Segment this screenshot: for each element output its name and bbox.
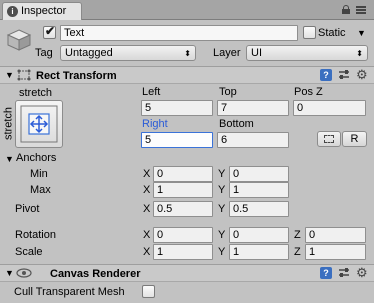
help-icon[interactable]: ? bbox=[320, 267, 332, 279]
static-label: Static bbox=[318, 27, 346, 39]
preset-icon[interactable] bbox=[338, 69, 350, 81]
checkmark-icon: ✔ bbox=[45, 24, 56, 38]
gear-icon[interactable]: ⚙ bbox=[356, 266, 370, 280]
scale-z-axis-label: Z bbox=[294, 246, 301, 258]
rect-transform-title: Rect Transform bbox=[36, 70, 117, 82]
scale-y-axis-label: Y bbox=[218, 246, 226, 258]
lock-icon[interactable] bbox=[342, 5, 350, 14]
min-label: Min bbox=[30, 168, 48, 180]
rotation-z-axis-label: Z bbox=[294, 229, 301, 241]
layer-value: UI bbox=[251, 47, 262, 59]
pivot-y-axis-label: Y bbox=[218, 203, 226, 215]
posz-header: Pos Z bbox=[294, 86, 323, 98]
help-icon[interactable]: ? bbox=[320, 69, 332, 81]
layer-label: Layer bbox=[213, 47, 241, 59]
object-name-input[interactable]: Text bbox=[60, 25, 298, 41]
anchor-max-x-input[interactable]: 1 bbox=[153, 182, 213, 198]
bottom-input[interactable]: 6 bbox=[217, 132, 289, 148]
cull-transparent-mesh-label: Cull Transparent Mesh bbox=[14, 286, 125, 298]
pivot-x-input[interactable]: 0.5 bbox=[153, 201, 213, 217]
rotation-label: Rotation bbox=[15, 229, 56, 241]
left-input[interactable]: 5 bbox=[141, 100, 213, 116]
rotation-x-input[interactable]: 0 bbox=[153, 227, 213, 243]
right-input[interactable]: 5 bbox=[141, 132, 213, 148]
min-x-axis-label: X bbox=[143, 168, 151, 180]
gameobject-icon bbox=[6, 28, 32, 52]
rotation-z-input[interactable]: 0 bbox=[305, 227, 366, 243]
scale-x-input[interactable]: 1 bbox=[153, 244, 213, 260]
pivot-x-axis-label: X bbox=[143, 203, 151, 215]
raw-edit-button[interactable]: R bbox=[342, 131, 367, 147]
max-label: Max bbox=[30, 184, 51, 196]
pivot-y-input[interactable]: 0.5 bbox=[229, 201, 289, 217]
tag-dropdown[interactable]: Untagged ⬍ bbox=[60, 45, 196, 61]
rotation-y-input[interactable]: 0 bbox=[229, 227, 289, 243]
static-checkbox[interactable] bbox=[303, 26, 316, 39]
rect-transform-icon bbox=[16, 68, 32, 82]
pivot-label: Pivot bbox=[15, 203, 40, 215]
menu-icon[interactable] bbox=[356, 6, 366, 14]
anchor-min-y-input[interactable]: 0 bbox=[229, 166, 289, 182]
tab-inspector[interactable]: i Inspector bbox=[2, 2, 82, 20]
cull-transparent-mesh-checkbox[interactable] bbox=[142, 285, 155, 298]
tab-label: Inspector bbox=[21, 5, 67, 17]
top-header: Top bbox=[219, 86, 237, 98]
posz-input[interactable]: 0 bbox=[293, 100, 366, 116]
scale-x-axis-label: X bbox=[143, 246, 151, 258]
info-icon: i bbox=[7, 6, 18, 17]
static-dropdown-arrow-icon[interactable]: ▼ bbox=[357, 28, 366, 38]
gear-icon[interactable]: ⚙ bbox=[356, 68, 370, 82]
blueprint-icon bbox=[324, 135, 334, 143]
rotation-x-axis-label: X bbox=[143, 229, 151, 241]
top-input[interactable]: 7 bbox=[217, 100, 289, 116]
layer-dropdown[interactable]: UI ⬍ bbox=[246, 45, 368, 61]
anchor-preset-button[interactable] bbox=[15, 100, 63, 148]
right-header: Right bbox=[142, 118, 168, 130]
preset-icon[interactable] bbox=[338, 267, 350, 279]
tag-value: Untagged bbox=[65, 47, 113, 59]
left-header: Left bbox=[142, 86, 161, 98]
rotation-y-axis-label: Y bbox=[218, 229, 226, 241]
blueprint-mode-button[interactable] bbox=[317, 131, 341, 147]
eye-icon bbox=[16, 267, 32, 279]
anchor-max-y-input[interactable]: 1 bbox=[229, 182, 289, 198]
anchor-preset-top-label: stretch bbox=[19, 87, 53, 99]
anchors-label: Anchors bbox=[16, 152, 57, 164]
foldout-arrow-icon[interactable]: ▼ bbox=[5, 70, 14, 80]
anchors-foldout-arrow-icon[interactable]: ▼ bbox=[5, 154, 14, 164]
tag-label: Tag bbox=[35, 47, 53, 59]
scale-z-input[interactable]: 1 bbox=[305, 244, 366, 260]
bottom-header: Bottom bbox=[219, 118, 254, 130]
anchor-preset-side-label: stretch bbox=[2, 107, 15, 141]
max-x-axis-label: X bbox=[143, 184, 151, 196]
active-checkbox[interactable]: ✔ bbox=[43, 24, 56, 39]
scale-y-input[interactable]: 1 bbox=[229, 244, 289, 260]
canvas-foldout-arrow-icon[interactable]: ▼ bbox=[5, 268, 14, 278]
chevron-down-icon: ⬍ bbox=[356, 49, 363, 58]
scale-label: Scale bbox=[15, 246, 43, 258]
canvas-renderer-title: Canvas Renderer bbox=[50, 268, 141, 280]
max-y-axis-label: Y bbox=[218, 184, 226, 196]
min-y-axis-label: Y bbox=[218, 168, 226, 180]
anchor-min-x-input[interactable]: 0 bbox=[153, 166, 213, 182]
chevron-down-icon: ⬍ bbox=[184, 49, 191, 58]
